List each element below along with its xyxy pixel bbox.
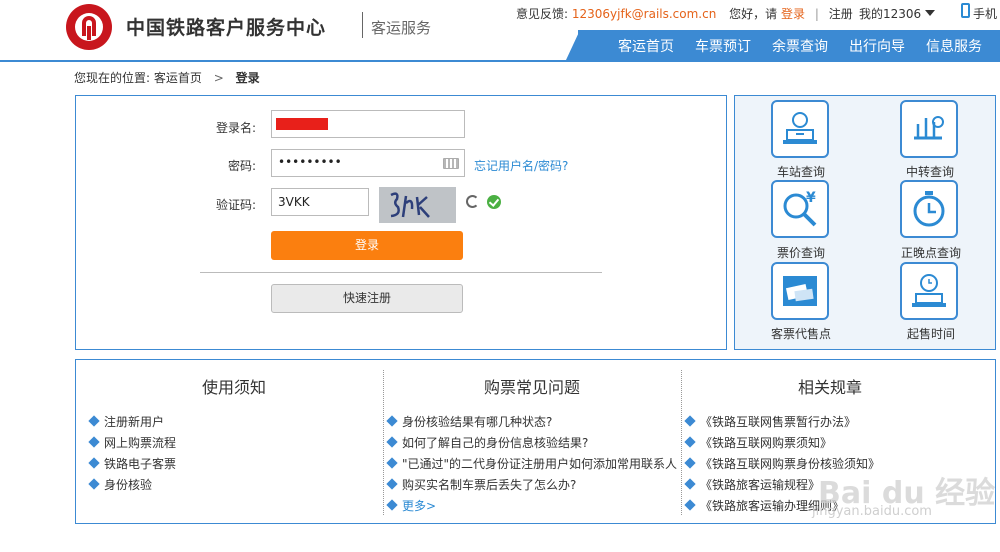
fare-query-label[interactable]: 票价查询	[777, 244, 825, 261]
captcha-input[interactable]: 3VKK	[271, 188, 369, 216]
bullet-icon	[88, 457, 100, 469]
top-links: 意见反馈: 12306yjfk@rails.com.cn 您好，请 登录 | 注…	[516, 5, 853, 22]
nav-home[interactable]: 客运首页	[618, 36, 674, 56]
breadcrumb-current: 登录	[235, 71, 260, 85]
captcha-image[interactable]	[379, 187, 456, 223]
railway-logo-icon[interactable]	[66, 4, 112, 50]
breadcrumb-home-link[interactable]: 客运首页	[154, 71, 202, 85]
list-item[interactable]: 《铁路旅客运输规程》	[684, 476, 820, 493]
transfer-query-label[interactable]: 中转查询	[906, 163, 954, 180]
captcha-value: 3VKK	[278, 195, 310, 209]
feedback-email-link[interactable]: 12306yjfk@rails.com.cn	[572, 7, 716, 21]
regulations-title: 相关规章	[797, 378, 862, 397]
feedback-label: 意见反馈:	[516, 7, 569, 21]
list-item[interactable]: 身份核验结果有哪几种状态?	[386, 413, 552, 430]
captcha-label: 验证码:	[215, 198, 256, 212]
mobile-phone-icon[interactable]	[961, 3, 970, 18]
check-icon	[487, 195, 501, 209]
username-input[interactable]	[271, 110, 465, 138]
header-underline	[0, 60, 1000, 62]
bullet-icon	[684, 436, 696, 448]
form-divider	[200, 272, 602, 273]
fare-query-tile[interactable]: ¥	[771, 180, 829, 238]
transfer-icon	[914, 116, 944, 140]
username-label: 登录名:	[215, 121, 256, 135]
list-item[interactable]: "已通过"的二代身份证注册用户如何添加常用联系人	[386, 455, 677, 472]
my-account-menu[interactable]: 我的12306	[859, 5, 921, 22]
station-query-label[interactable]: 车站查询	[777, 163, 825, 180]
login-button[interactable]: 登录	[271, 231, 463, 260]
list-item[interactable]: 购买实名制车票后丢失了怎么办?	[386, 476, 576, 493]
faq-title: 购票常见问题	[483, 378, 580, 397]
chevron-down-icon[interactable]	[925, 10, 935, 16]
transfer-query-tile[interactable]	[900, 100, 958, 158]
forgot-password-link[interactable]: 忘记用户名/密码?	[474, 157, 568, 174]
bullet-icon	[88, 478, 100, 490]
site-title[interactable]: 中国铁路客户服务中心	[126, 13, 326, 40]
nav-ticket-inquiry[interactable]: 余票查询	[772, 36, 828, 56]
list-item[interactable]: 铁路电子客票	[88, 455, 176, 472]
mobile-link[interactable]: 手机	[973, 5, 997, 22]
list-item[interactable]: 身份核验	[88, 476, 152, 493]
bullet-icon	[88, 436, 100, 448]
more-link[interactable]: 更多>	[386, 497, 436, 514]
bullet-icon	[684, 457, 696, 469]
bullet-icon	[386, 499, 398, 511]
bullet-icon	[684, 499, 696, 511]
watermark-url: jingyan.baidu.com	[812, 504, 932, 519]
top-register-link[interactable]: 注册	[829, 5, 853, 22]
nav-info-service[interactable]: 信息服务	[926, 36, 982, 56]
ticket-agency-icon	[783, 276, 817, 306]
list-item[interactable]: 注册新用户	[88, 413, 164, 430]
redacted-username	[276, 118, 328, 130]
agency-label[interactable]: 客票代售点	[771, 325, 831, 342]
list-item[interactable]: 网上购票流程	[88, 434, 176, 451]
list-item[interactable]: 《铁路互联网售票暂行办法》	[684, 413, 856, 430]
link-separator: |	[814, 7, 819, 21]
top-login-link[interactable]: 登录	[781, 5, 805, 22]
password-value: •••••••••	[278, 155, 342, 169]
greeting-text: 您好，请	[729, 7, 778, 21]
quick-register-button[interactable]: 快速注册	[271, 284, 463, 313]
magnifier-yen-icon: ¥	[783, 190, 817, 227]
agency-tile[interactable]	[771, 262, 829, 320]
keyboard-icon[interactable]	[443, 158, 459, 169]
station-icon	[783, 112, 817, 144]
breadcrumb-arrow: >	[213, 71, 224, 85]
bullet-icon	[684, 415, 696, 427]
bullet-icon	[386, 415, 398, 427]
list-item[interactable]: 如何了解自己的身份信息核验结果?	[386, 434, 588, 451]
delay-query-tile[interactable]	[900, 180, 958, 238]
bullet-icon	[88, 415, 100, 427]
bullet-icon	[386, 478, 398, 490]
nav-travel-guide[interactable]: 出行向导	[849, 36, 905, 56]
nav-ticket-booking[interactable]: 车票预订	[695, 36, 751, 56]
breadcrumb: 您现在的位置: 客运首页 > 登录	[74, 69, 260, 86]
title-divider	[362, 12, 363, 38]
breadcrumb-prefix: 您现在的位置:	[74, 71, 151, 85]
sale-time-tile[interactable]	[900, 262, 958, 320]
bullet-icon	[684, 478, 696, 490]
refresh-captcha-icon[interactable]	[466, 195, 479, 208]
delay-query-label[interactable]: 正晚点查询	[901, 244, 961, 261]
bullet-icon	[386, 436, 398, 448]
clock-icon	[913, 191, 945, 227]
bullet-icon	[386, 457, 398, 469]
station-query-tile[interactable]	[771, 100, 829, 158]
site-subtitle: 客运服务	[371, 19, 432, 37]
svg-text:¥: ¥	[806, 190, 816, 206]
sale-time-label[interactable]: 起售时间	[907, 325, 955, 342]
password-label: 密码:	[227, 159, 256, 173]
notice-title: 使用须知	[201, 378, 266, 397]
list-item[interactable]: 《铁路互联网购票须知》	[684, 434, 832, 451]
password-input[interactable]: •••••••••	[271, 149, 465, 177]
station-clock-icon	[912, 274, 946, 307]
